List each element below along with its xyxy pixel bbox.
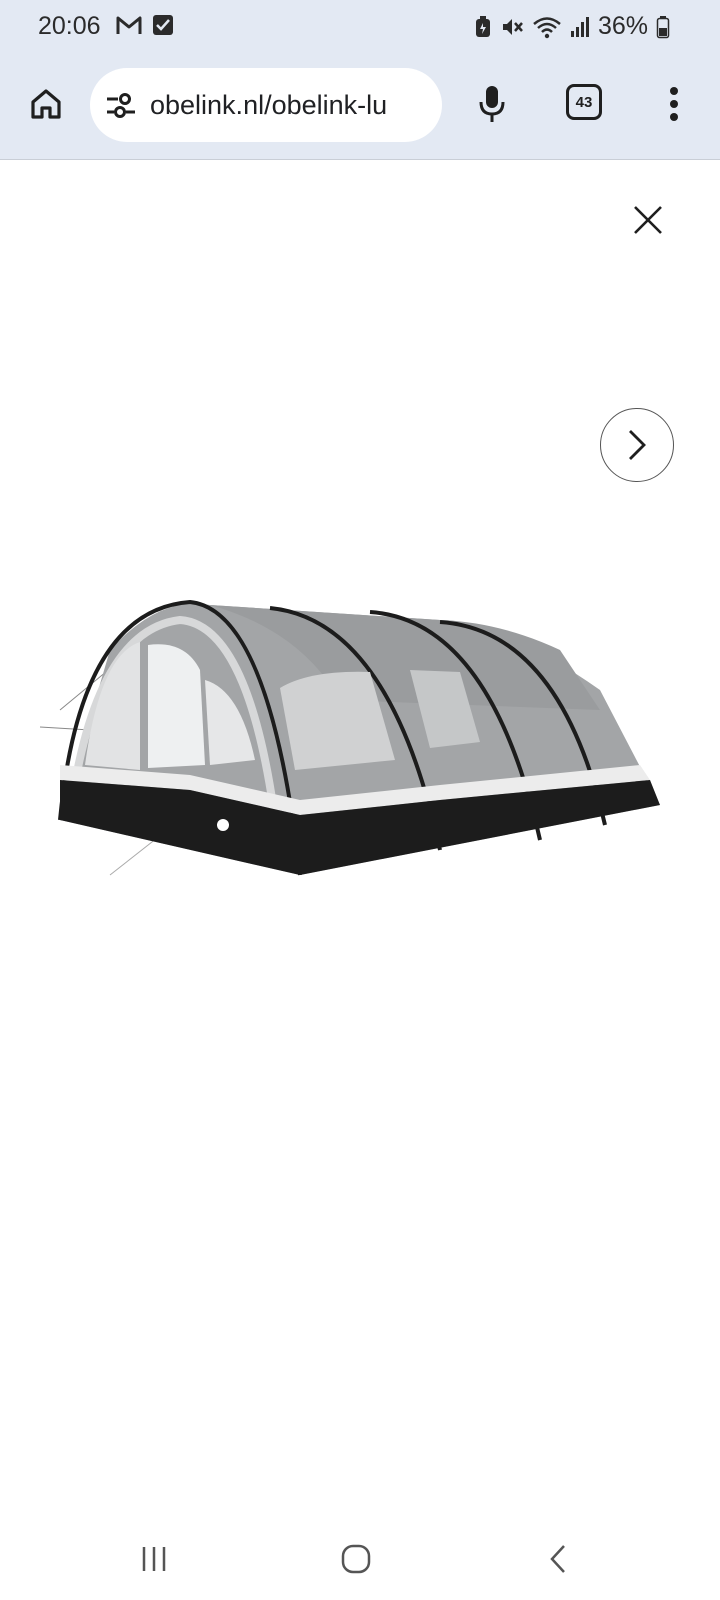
chevron-right-icon [629,430,646,460]
mute-icon [502,18,523,35]
home-nav-button[interactable] [326,1536,386,1582]
image-viewer [0,160,720,1600]
battery-percent: 36% [597,12,648,40]
url-text[interactable]: obelink.nl/obelink-lu [150,90,387,121]
checkbox-notification-icon [153,15,173,35]
browser-chrome: 20:06 36% obelink.nl/obelink-lu 43 [0,0,720,160]
browser-toolbar: obelink.nl/obelink-lu 43 [0,66,720,142]
close-icon [634,206,662,234]
tent-product-image[interactable] [40,590,680,900]
back-nav-button[interactable] [528,1536,588,1582]
next-image-button[interactable] [600,408,674,482]
wifi-icon [533,16,561,38]
home-button[interactable] [22,80,70,128]
voice-search-button[interactable] [468,80,516,128]
more-vert-icon [670,87,678,121]
recents-icon [142,1547,166,1571]
home-icon [31,89,61,119]
tab-switcher-button[interactable]: 43 [566,84,602,120]
gmail-icon [116,16,142,34]
signal-icon [570,16,589,37]
more-menu-button[interactable] [654,80,694,128]
status-bar: 20:06 36% [0,0,720,52]
close-button[interactable] [626,198,670,242]
site-settings-icon[interactable] [104,88,138,122]
system-nav-bar [0,1518,720,1600]
back-icon [550,1545,565,1573]
address-bar[interactable]: obelink.nl/obelink-lu [90,68,442,142]
battery-icon [656,15,670,38]
battery-saver-icon [475,15,490,37]
status-time: 20:06 [38,12,101,40]
mic-icon [479,86,505,122]
home-circle-icon [341,1544,371,1574]
tab-count: 43 [575,93,593,111]
status-right: 36% [474,12,670,41]
recents-button[interactable] [124,1536,184,1582]
notification-icons [116,14,174,36]
